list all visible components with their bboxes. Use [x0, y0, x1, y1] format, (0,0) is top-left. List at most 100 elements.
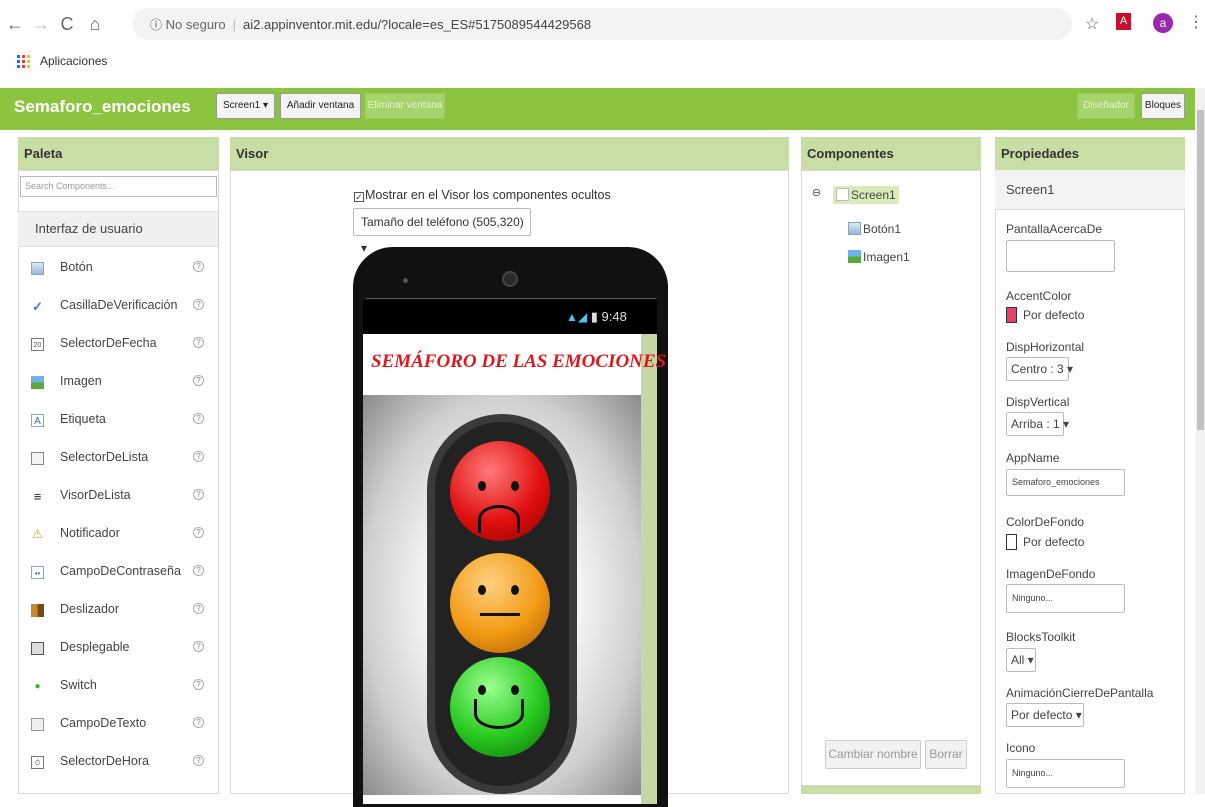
help-icon[interactable]: ? — [193, 603, 204, 614]
icon-label: Icono — [1006, 741, 1036, 755]
bgcolor-picker[interactable]: Por defecto — [1006, 534, 1084, 550]
anim-select[interactable]: Por defecto ▾ — [1006, 703, 1084, 727]
palette-item-selectordelista[interactable]: SelectorDeLista? — [18, 439, 218, 477]
help-icon[interactable]: ? — [193, 489, 204, 500]
palette-item-selectordefecha[interactable]: 20 SelectorDeFecha? — [18, 325, 218, 363]
bookmark-apps[interactable]: Aplicaciones — [40, 54, 107, 68]
forward-icon[interactable]: → — [32, 15, 50, 33]
palette-item-campodetexto[interactable]: CampoDeTexto? — [18, 705, 218, 743]
slider-icon — [31, 604, 44, 617]
home-icon[interactable]: ⌂ — [87, 15, 103, 33]
palette-item-campodecontraseña[interactable]: •• CampoDeContraseña? — [18, 553, 218, 591]
halign-label: DispHorizontal — [1006, 340, 1085, 354]
info-icon: ⓘ — [150, 18, 163, 32]
tree-node-label: Screen1 — [851, 188, 896, 202]
phone-size-select[interactable]: Tamaño del teléfono (505,320) ▾ — [353, 208, 531, 255]
listpicker-icon — [31, 452, 44, 465]
bgimage-picker[interactable]: Ninguno... — [1006, 584, 1125, 613]
bgimage-label: ImagenDeFondo — [1006, 567, 1096, 581]
accent-swatch[interactable] — [1006, 307, 1017, 323]
accent-color-picker[interactable]: Por defecto — [1006, 307, 1084, 323]
button-icon — [31, 262, 44, 275]
help-icon[interactable]: ? — [193, 527, 204, 538]
valign-select[interactable]: Arriba : 1 ▾ — [1006, 412, 1069, 436]
help-icon[interactable]: ? — [193, 413, 204, 424]
bgcolor-swatch[interactable] — [1006, 534, 1017, 550]
checkbox-icon[interactable]: ✓ — [354, 192, 364, 202]
datepicker-icon: 20 — [31, 338, 44, 351]
anim-label: AnimaciónCierreDePantalla — [1006, 686, 1154, 700]
palette-item-label: Notificador — [60, 526, 120, 540]
battery-icon: ▮ — [590, 309, 598, 324]
back-icon[interactable]: ← — [6, 15, 24, 33]
tree-node-image1[interactable]: Imagen1 — [848, 250, 910, 264]
menu-icon[interactable]: ⋮ — [1188, 12, 1204, 32]
rename-button[interactable]: Cambiar nombre — [825, 740, 921, 769]
palette-item-deslizador[interactable]: Deslizador? — [18, 591, 218, 629]
tree-node-button1[interactable]: Botón1 — [848, 222, 901, 236]
about-textarea[interactable] — [1006, 240, 1115, 272]
help-icon[interactable]: ? — [193, 755, 204, 766]
appname-input[interactable]: Semaforo_emociones — [1006, 469, 1125, 496]
palette-item-label: CampoDeContraseña — [60, 564, 181, 578]
screen-side-strip — [641, 334, 657, 804]
screen-select[interactable]: Screen1 ▾ — [216, 93, 275, 119]
palette-item-label: SelectorDeFecha — [60, 336, 157, 350]
palette-item-selectordehora[interactable]: ⏱ SelectorDeHora? — [18, 743, 218, 781]
help-icon[interactable]: ? — [193, 299, 204, 310]
accent-label: AccentColor — [1006, 289, 1072, 303]
profile-avatar[interactable]: a — [1153, 13, 1173, 33]
palette-item-notificador[interactable]: ⚠ Notificador? — [18, 515, 218, 553]
palette-item-switch[interactable]: ● Switch? — [18, 667, 218, 705]
yellow-left-eye — [478, 585, 486, 595]
green-right-eye — [511, 685, 519, 695]
help-icon[interactable]: ? — [193, 451, 204, 462]
label-icon: A — [31, 414, 44, 427]
palette-item-desplegable[interactable]: Desplegable? — [18, 629, 218, 667]
reload-icon[interactable]: C — [59, 15, 75, 33]
palette-item-etiqueta[interactable]: A Etiqueta? — [18, 401, 218, 439]
checkbox-icon: ✓ — [32, 299, 43, 314]
help-icon[interactable]: ? — [193, 337, 204, 348]
scrollbar-thumb[interactable] — [1197, 110, 1204, 430]
status-indicators: ▲◢ ▮ 9:48 — [566, 309, 627, 325]
search-components-input[interactable]: Search Components... — [20, 176, 217, 197]
tree-node-screen1[interactable]: Screen1 — [833, 186, 899, 204]
palette-item-imagen[interactable]: Imagen? — [18, 363, 218, 401]
show-hidden-label: Mostrar en el Visor los componentes ocul… — [365, 188, 611, 202]
app-heading[interactable]: SEMÁFORO DE LAS EMOCIONES — [371, 351, 666, 373]
button-icon — [848, 222, 861, 235]
category-user-interface[interactable]: Interfaz de usuario — [18, 211, 218, 247]
spinner-icon — [31, 642, 44, 655]
help-icon[interactable]: ? — [193, 565, 204, 576]
camera-icon — [502, 271, 518, 287]
collapse-icon[interactable]: ⊖ — [812, 186, 821, 199]
delete-button[interactable]: Borrar — [925, 740, 967, 769]
help-icon[interactable]: ? — [193, 375, 204, 386]
help-icon[interactable]: ? — [193, 641, 204, 652]
url-text[interactable]: ai2.appinventor.mit.edu/?locale=es_ES#51… — [243, 17, 591, 32]
palette-item-visordelista[interactable]: ≡ VisorDeLista? — [18, 477, 218, 515]
show-hidden-checkbox[interactable]: ✓ Mostrar en el Visor los componentes ocu… — [354, 188, 611, 202]
remove-screen-button[interactable]: Eliminar ventana — [365, 93, 445, 119]
palette-item-casilladeverificación[interactable]: ✓ CasillaDeVerificación? — [18, 287, 218, 325]
star-icon[interactable]: ☆ — [1085, 14, 1099, 34]
designer-button[interactable]: Diseñador — [1077, 93, 1135, 119]
help-icon[interactable]: ? — [193, 679, 204, 690]
help-icon[interactable]: ? — [193, 261, 204, 272]
icon-picker[interactable]: Ninguno... — [1006, 759, 1125, 788]
notifier-icon: ⚠ — [32, 527, 43, 541]
timepicker-icon: ⏱ — [31, 756, 44, 769]
blocks-button[interactable]: Bloques — [1141, 93, 1185, 119]
add-screen-button[interactable]: Añadir ventana — [280, 93, 361, 119]
help-icon[interactable]: ? — [193, 717, 204, 728]
apps-grid-icon[interactable] — [17, 55, 30, 68]
yellow-mouth — [480, 613, 520, 616]
halign-select[interactable]: Centro : 3 ▾ — [1006, 357, 1073, 381]
toolkit-select[interactable]: All ▾ — [1006, 648, 1036, 672]
palette-item-label: Botón — [60, 260, 93, 274]
components-title: Componentes — [801, 137, 981, 170]
project-title: Semaforo_emociones — [14, 97, 191, 116]
palette-item-botón[interactable]: Botón? — [18, 249, 218, 287]
pdf-extension-icon[interactable]: A — [1116, 13, 1131, 30]
